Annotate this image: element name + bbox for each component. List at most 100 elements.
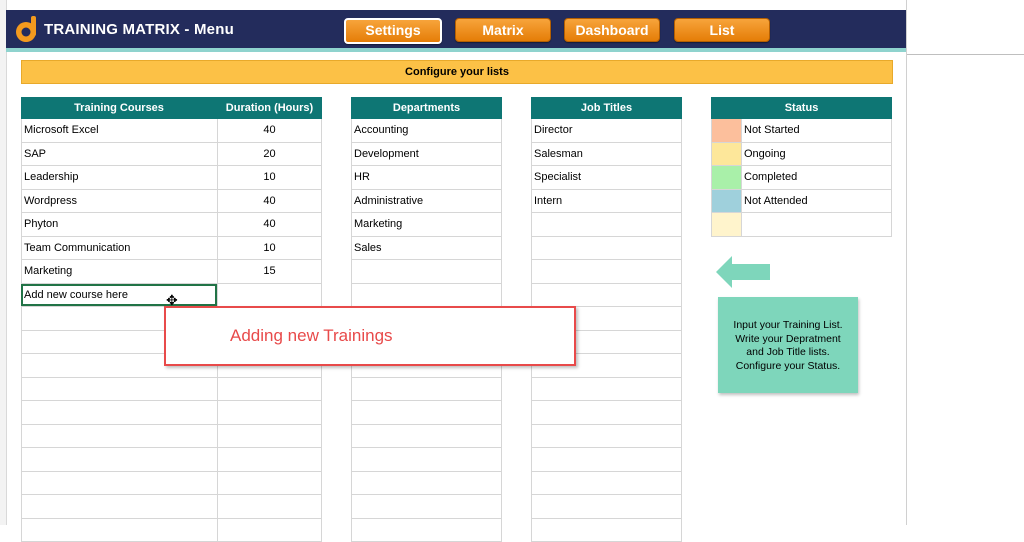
- table-row: Development: [351, 143, 502, 167]
- job-title-cell[interactable]: [531, 237, 682, 260]
- table-row: [21, 448, 322, 472]
- course-name-cell[interactable]: [21, 448, 217, 471]
- job-title-cell[interactable]: [531, 284, 682, 307]
- table-row: [531, 519, 682, 542]
- job-title-cell[interactable]: [531, 401, 682, 424]
- course-name-cell[interactable]: Microsoft Excel: [21, 119, 217, 142]
- department-cell[interactable]: HR: [351, 166, 502, 189]
- table-row: [531, 213, 682, 237]
- job-title-cell[interactable]: Specialist: [531, 166, 682, 189]
- department-cell[interactable]: [351, 260, 502, 283]
- table-row: [531, 284, 682, 308]
- course-name-cell[interactable]: [21, 378, 217, 401]
- course-name-cell[interactable]: [21, 401, 217, 424]
- job-title-cell[interactable]: [531, 495, 682, 518]
- department-cell[interactable]: [351, 495, 502, 518]
- course-name-cell[interactable]: Wordpress: [21, 190, 217, 213]
- department-cell[interactable]: Administrative: [351, 190, 502, 213]
- table-row: Team Communication10: [21, 237, 322, 261]
- course-duration-cell[interactable]: [217, 495, 322, 518]
- course-name-cell[interactable]: Add new course here: [21, 284, 217, 307]
- course-name-cell[interactable]: Leadership: [21, 166, 217, 189]
- courses-header-row: Training Courses Duration (Hours): [21, 97, 322, 119]
- course-duration-cell[interactable]: 10: [217, 166, 322, 189]
- department-cell[interactable]: [351, 472, 502, 495]
- header-bar: TRAINING MATRIX - Menu Settings Matrix D…: [6, 10, 906, 48]
- column-header-status: Status: [711, 97, 892, 119]
- column-header-job-titles: Job Titles: [531, 97, 682, 119]
- course-name-cell[interactable]: Marketing: [21, 260, 217, 283]
- column-header-duration: Duration (Hours): [217, 97, 322, 119]
- job-title-cell[interactable]: [531, 260, 682, 283]
- status-color-swatch[interactable]: [711, 213, 741, 236]
- status-color-swatch[interactable]: [711, 119, 741, 142]
- right-pane-gridline: [907, 54, 1024, 55]
- department-cell[interactable]: [351, 425, 502, 448]
- status-label-cell[interactable]: Completed: [741, 166, 892, 189]
- course-duration-cell[interactable]: 40: [217, 190, 322, 213]
- table-row: Director: [531, 119, 682, 143]
- course-name-cell[interactable]: Team Communication: [21, 237, 217, 260]
- status-label-cell[interactable]: Not Started: [741, 119, 892, 142]
- job-title-cell[interactable]: Director: [531, 119, 682, 142]
- sheet-left-margin: [0, 0, 7, 525]
- department-cell[interactable]: Accounting: [351, 119, 502, 142]
- job-title-cell[interactable]: [531, 425, 682, 448]
- configure-banner: Configure your lists: [21, 60, 893, 84]
- matrix-button[interactable]: Matrix: [455, 18, 551, 42]
- department-cell[interactable]: [351, 284, 502, 307]
- course-duration-cell[interactable]: [217, 425, 322, 448]
- table-row: [351, 425, 502, 449]
- job-title-cell[interactable]: [531, 213, 682, 236]
- table-row: Microsoft Excel40: [21, 119, 322, 143]
- cell-cursor-icon: ✥: [166, 292, 178, 309]
- department-cell[interactable]: Development: [351, 143, 502, 166]
- course-duration-cell[interactable]: 10: [217, 237, 322, 260]
- instruction-note: Input your Training List. Write your Dep…: [718, 297, 858, 393]
- course-duration-cell[interactable]: [217, 472, 322, 495]
- course-name-cell[interactable]: [21, 425, 217, 448]
- course-name-cell[interactable]: Phyton: [21, 213, 217, 236]
- status-label-cell[interactable]: [741, 213, 892, 236]
- job-title-cell[interactable]: [531, 472, 682, 495]
- table-row: Salesman: [531, 143, 682, 167]
- department-cell[interactable]: [351, 378, 502, 401]
- table-row: [21, 425, 322, 449]
- department-cell[interactable]: Sales: [351, 237, 502, 260]
- course-duration-cell[interactable]: [217, 284, 322, 307]
- course-duration-cell[interactable]: 20: [217, 143, 322, 166]
- table-row: [531, 495, 682, 519]
- status-color-swatch[interactable]: [711, 143, 741, 166]
- course-duration-cell[interactable]: [217, 378, 322, 401]
- table-row: [351, 284, 502, 308]
- course-duration-cell[interactable]: [217, 401, 322, 424]
- status-label-cell[interactable]: Not Attended: [741, 190, 892, 213]
- job-title-cell[interactable]: [531, 519, 682, 542]
- status-color-swatch[interactable]: [711, 190, 741, 213]
- department-cell[interactable]: Marketing: [351, 213, 502, 236]
- table-row: [351, 519, 502, 542]
- course-duration-cell[interactable]: 40: [217, 213, 322, 236]
- course-name-cell[interactable]: [21, 519, 217, 542]
- dashboard-button[interactable]: Dashboard: [564, 18, 660, 42]
- job-title-cell[interactable]: [531, 448, 682, 471]
- job-title-cell[interactable]: Intern: [531, 190, 682, 213]
- job-title-cell[interactable]: Salesman: [531, 143, 682, 166]
- status-color-swatch[interactable]: [711, 166, 741, 189]
- course-duration-cell[interactable]: [217, 519, 322, 542]
- job-title-cell[interactable]: [531, 378, 682, 401]
- course-name-cell[interactable]: [21, 495, 217, 518]
- department-cell[interactable]: [351, 519, 502, 542]
- department-cell[interactable]: [351, 401, 502, 424]
- department-cell[interactable]: [351, 448, 502, 471]
- course-duration-cell[interactable]: 15: [217, 260, 322, 283]
- course-name-cell[interactable]: [21, 472, 217, 495]
- settings-button[interactable]: Settings: [344, 18, 442, 44]
- column-header-departments: Departments: [351, 97, 502, 119]
- course-name-cell[interactable]: SAP: [21, 143, 217, 166]
- course-duration-cell[interactable]: [217, 448, 322, 471]
- status-label-cell[interactable]: Ongoing: [741, 143, 892, 166]
- table-row: [711, 213, 892, 237]
- list-button[interactable]: List: [674, 18, 770, 42]
- course-duration-cell[interactable]: 40: [217, 119, 322, 142]
